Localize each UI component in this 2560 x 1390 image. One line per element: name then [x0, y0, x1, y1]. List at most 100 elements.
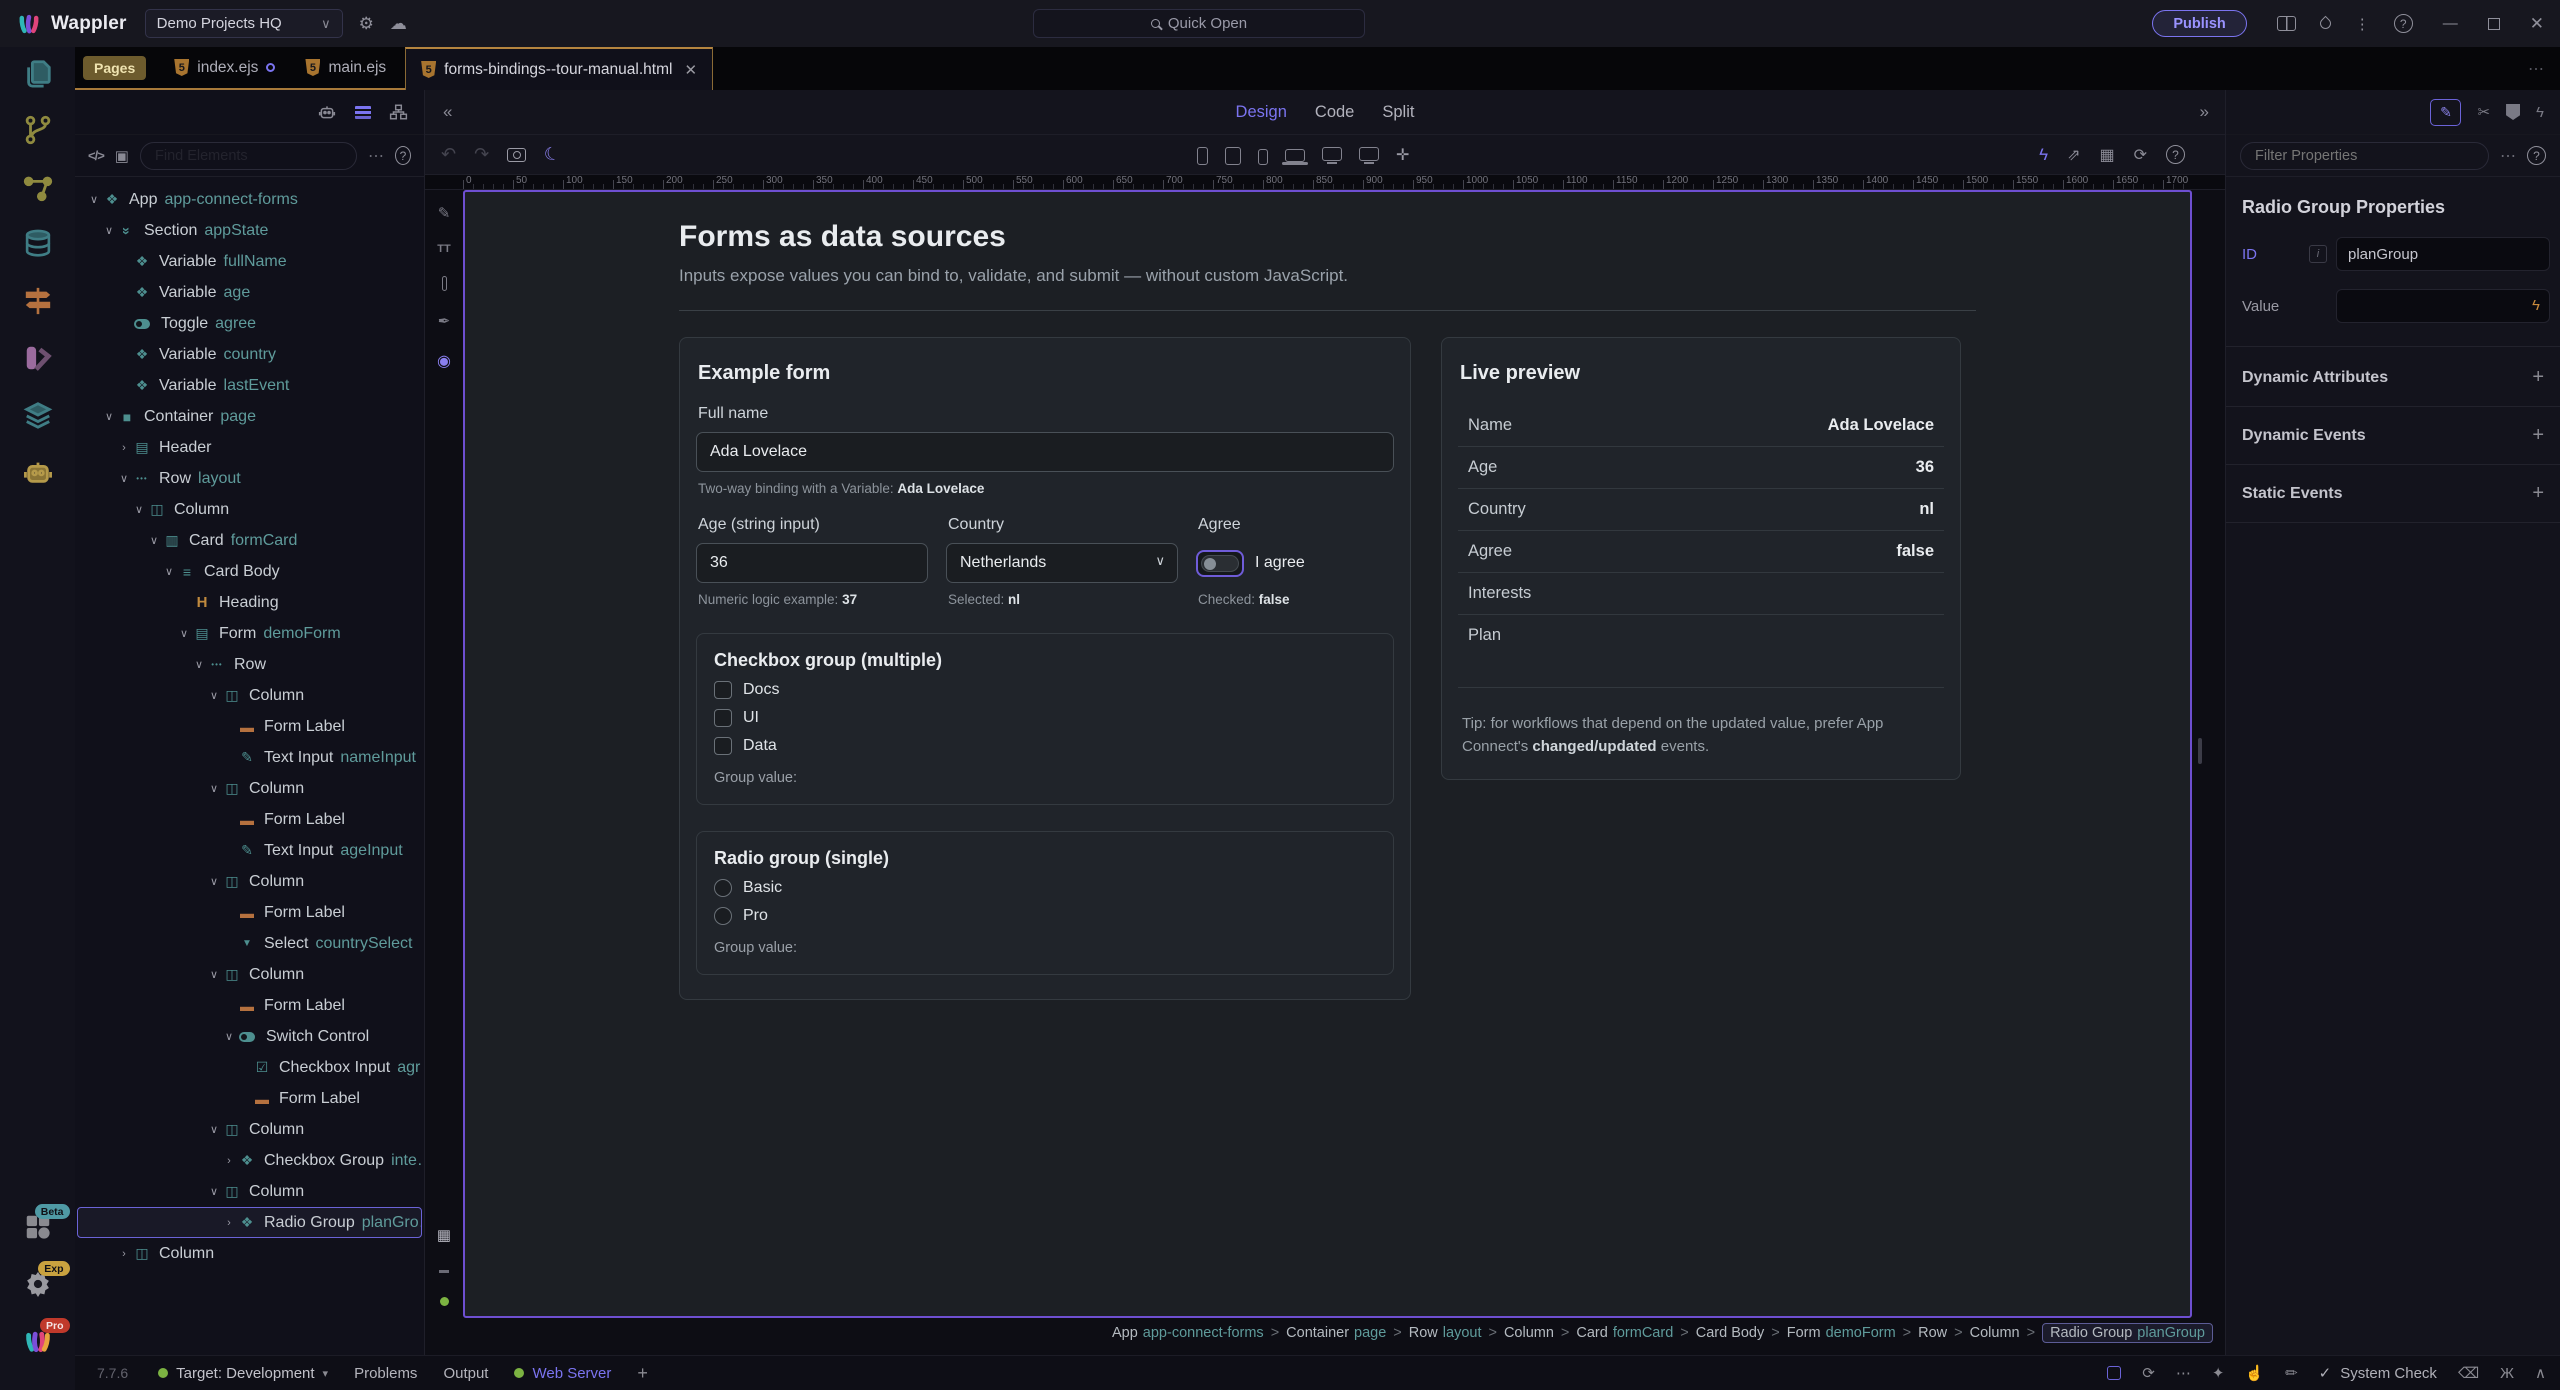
tree-item-radio-group-plangro[interactable]: ›❖Radio GroupplanGro… — [77, 1207, 422, 1238]
add-service-button[interactable] — [637, 1363, 648, 1384]
tab-close-icon[interactable]: ✕ — [684, 61, 697, 79]
chevron-down-icon[interactable]: ∨ — [206, 1123, 222, 1136]
target-selector[interactable]: Target: Development — [158, 1365, 328, 1382]
list-view-icon[interactable] — [355, 106, 371, 119]
chevron-right-icon[interactable]: › — [116, 442, 132, 454]
tree-item-column[interactable]: ∨◫Column — [77, 680, 422, 711]
tree-item-column[interactable]: ∨◫Column — [77, 494, 422, 525]
web-server-button[interactable]: Web Server — [514, 1365, 611, 1382]
radio-input[interactable] — [714, 907, 732, 925]
qr-code-icon[interactable] — [2099, 145, 2114, 165]
chevron-down-icon[interactable]: ∨ — [176, 627, 192, 640]
device-wide-icon[interactable] — [1359, 147, 1379, 161]
tree-item-column[interactable]: ∨◫Column — [77, 1114, 422, 1145]
chevron-right-icon[interactable]: › — [116, 1248, 132, 1260]
more-menu-icon[interactable] — [2355, 15, 2370, 33]
panel-toggle-icon[interactable] — [439, 1265, 449, 1276]
device-phone-icon[interactable] — [1197, 147, 1208, 165]
maximize-button[interactable] — [2488, 18, 2500, 30]
free-resize-icon[interactable] — [1396, 145, 1409, 165]
country-select[interactable] — [946, 543, 1178, 583]
extensions-icon[interactable]: Beta — [18, 1209, 58, 1245]
tree-item-form-demoform[interactable]: ∨▤FormdemoForm — [77, 618, 422, 649]
cleanup-icon[interactable] — [2285, 1364, 2298, 1382]
tree-item-column[interactable]: ∨◫Column — [77, 959, 422, 990]
visibility-icon[interactable] — [437, 351, 451, 371]
tree-help-icon[interactable] — [395, 146, 411, 165]
refresh-canvas-icon[interactable] — [2134, 145, 2147, 165]
value-input[interactable] — [2336, 289, 2550, 323]
chevron-right-icon[interactable]: › — [221, 1217, 237, 1229]
tree-item-column[interactable]: ∨◫Column — [77, 1176, 422, 1207]
quick-open-button[interactable]: Quick Open — [1033, 9, 1365, 38]
tree-item-form-label[interactable]: ▬Form Label — [77, 711, 422, 742]
breadcrumb-row-layout[interactable]: Rowlayout — [1409, 1325, 1482, 1341]
checkbox-input[interactable] — [714, 709, 732, 727]
system-check-button[interactable]: System Check — [2319, 1364, 2437, 1382]
info-icon[interactable]: i — [2309, 245, 2327, 263]
experimental-icon[interactable]: Exp — [18, 1266, 58, 1302]
props-more-icon[interactable] — [2500, 146, 2516, 166]
tree-item-checkbox-group-inte[interactable]: ›❖Checkbox Groupinte… — [77, 1145, 422, 1176]
tree-item-heading[interactable]: HHeading — [77, 587, 422, 618]
chevron-down-icon[interactable]: ∨ — [206, 875, 222, 888]
database-icon[interactable] — [18, 226, 58, 262]
workflows-icon[interactable] — [18, 169, 58, 205]
problems-button[interactable]: Problems — [354, 1365, 417, 1382]
canvas-help-icon[interactable] — [2166, 145, 2185, 164]
tree-item-toggle-agree[interactable]: Toggleagree — [77, 308, 422, 339]
breadcrumb-row[interactable]: Row — [1918, 1325, 1947, 1341]
screenshot-icon[interactable] — [507, 148, 526, 162]
git-icon[interactable] — [18, 112, 58, 148]
assistant-icon[interactable] — [18, 454, 58, 490]
chevron-down-icon[interactable]: ∨ — [101, 410, 117, 423]
events-bolt-icon[interactable] — [2536, 104, 2544, 121]
feedback-icon[interactable] — [2245, 1364, 2264, 1382]
open-in-browser-icon[interactable] — [2067, 145, 2080, 165]
eyedropper-icon[interactable] — [442, 276, 447, 291]
minimize-button[interactable] — [2443, 15, 2458, 32]
tree-item-text-input-nameinput[interactable]: ✎Text InputnameInput — [77, 742, 422, 773]
device-laptop-icon[interactable] — [1285, 149, 1305, 162]
reload-icon[interactable] — [2142, 1364, 2155, 1382]
tree-view-icon[interactable] — [389, 103, 408, 121]
view-tab-code[interactable]: Code — [1315, 103, 1354, 122]
wappler-pro-icon[interactable]: Pro — [18, 1323, 58, 1359]
pages-badge[interactable]: Pages — [83, 56, 146, 80]
tree-item-row[interactable]: ∨•••Row — [77, 649, 422, 680]
breadcrumb-column[interactable]: Column — [1504, 1325, 1554, 1341]
canvas-scrollbar-thumb[interactable] — [2198, 738, 2202, 764]
breadcrumb-form-demoform[interactable]: FormdemoForm — [1787, 1325, 1896, 1341]
chevron-down-icon[interactable]: ∨ — [206, 782, 222, 795]
tree-item-select-countryselect[interactable]: ▼SelectcountrySelect — [77, 928, 422, 959]
collapse-statusbar-icon[interactable] — [2535, 1364, 2546, 1382]
add-dynamic-attributes-button[interactable] — [2532, 366, 2544, 389]
chevron-down-icon[interactable]: ∨ — [131, 503, 147, 516]
tree-item-switch-control[interactable]: ∨Switch Control — [77, 1021, 422, 1052]
chevron-down-icon[interactable]: ∨ — [146, 534, 162, 547]
checkbox-input[interactable] — [714, 737, 732, 755]
code-icon[interactable] — [88, 148, 104, 163]
scissors-icon[interactable] — [2477, 103, 2490, 121]
settings-gear-icon[interactable] — [359, 14, 374, 34]
add-dynamic-events-button[interactable] — [2532, 424, 2544, 447]
routes-icon[interactable] — [18, 283, 58, 319]
breadcrumb-radio-group-plangroup[interactable]: Radio GroupplanGroup — [2042, 1323, 2213, 1343]
status-more-icon[interactable] — [2176, 1364, 2191, 1382]
edit-mode-icon[interactable] — [438, 204, 451, 222]
chevron-down-icon[interactable]: ∨ — [206, 689, 222, 702]
chevron-down-icon[interactable]: ∨ — [206, 1185, 222, 1198]
tree-item-column[interactable]: ›◫Column — [77, 1238, 422, 1269]
chevron-down-icon[interactable]: ∨ — [191, 658, 207, 671]
project-selector[interactable]: Demo Projects HQ — [145, 9, 343, 38]
style-brush-icon[interactable] — [438, 312, 451, 330]
grid-toggle-icon[interactable] — [437, 1226, 451, 1244]
close-button[interactable] — [2530, 14, 2544, 34]
publish-button[interactable]: Publish — [2152, 10, 2246, 37]
tree-item-container-page[interactable]: ∨■Containerpage — [77, 401, 422, 432]
components-icon[interactable] — [115, 147, 129, 165]
chevron-down-icon[interactable]: ∨ — [86, 193, 102, 206]
tree-item-variable-lastevent[interactable]: ❖VariablelastEvent — [77, 370, 422, 401]
layers-icon[interactable] — [18, 397, 58, 433]
device-desktop-icon[interactable] — [1322, 147, 1342, 161]
